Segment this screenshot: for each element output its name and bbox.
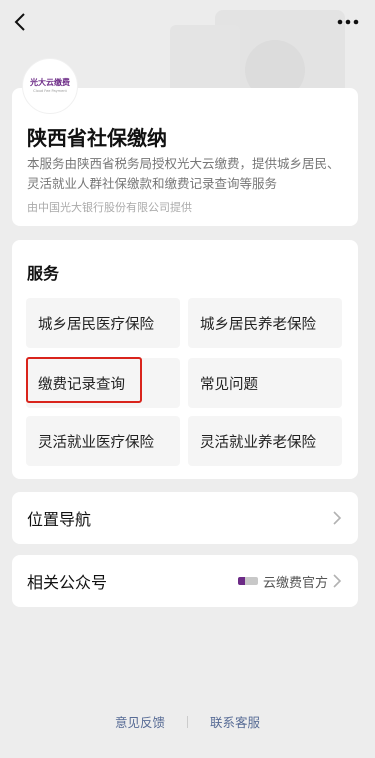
service-tile-faq[interactable]: 常见问题 (188, 358, 342, 408)
chevron-right-icon (333, 511, 342, 525)
chevron-left-icon (14, 13, 25, 31)
top-bar (0, 0, 375, 44)
contact-support-link[interactable]: 联系客服 (210, 712, 260, 731)
feedback-link[interactable]: 意见反馈 (115, 712, 165, 731)
footer-links: 意见反馈 联系客服 (0, 712, 375, 731)
service-tile-flexible-pension[interactable]: 灵活就业养老保险 (188, 416, 342, 466)
ellipsis-icon (337, 19, 359, 25)
service-description: 本服务由陕西省税务局授权光大云缴费，提供城乡居民、灵活就业人群社保缴款和缴费记录… (27, 156, 340, 191)
service-tile-rural-medical[interactable]: 城乡居民医疗保险 (26, 298, 180, 348)
logo-subtext: Cloud Fee Payment (33, 89, 67, 93)
provider-text: 由中国光大银行股份有限公司提供 (27, 201, 192, 214)
footer-divider (187, 715, 188, 728)
chevron-right-icon (333, 574, 342, 588)
related-account-value: 云缴费官方 (237, 555, 328, 607)
service-tile-flexible-medical[interactable]: 灵活就业医疗保险 (26, 416, 180, 466)
location-navigation-row[interactable]: 位置导航 (12, 492, 358, 544)
account-name: 云缴费官方 (262, 575, 328, 591)
services-title: 服务 (27, 264, 60, 283)
back-button[interactable] (6, 8, 34, 36)
payment-records-highlight-box (26, 357, 142, 403)
service-tile-rural-pension[interactable]: 城乡居民养老保险 (188, 298, 342, 348)
related-account-label: 相关公众号 (27, 573, 108, 592)
location-navigation-label: 位置导航 (27, 510, 92, 529)
brand-logo: 光大云缴费 Cloud Fee Payment (22, 58, 78, 114)
page-title: 陕西省社保缴纳 (27, 126, 167, 150)
more-button[interactable] (331, 8, 365, 36)
account-logo-icon (237, 577, 258, 585)
logo-text: 光大云缴费 (30, 78, 70, 87)
related-account-row[interactable]: 相关公众号 云缴费官方 (12, 555, 358, 607)
